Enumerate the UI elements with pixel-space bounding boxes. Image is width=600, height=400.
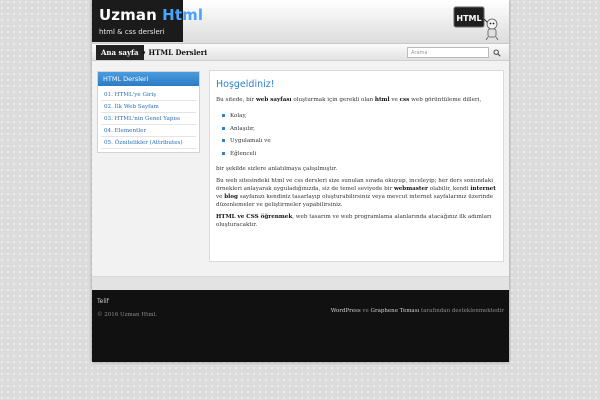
bold-text: internet bbox=[470, 186, 496, 192]
bold-text: webmaster bbox=[393, 186, 429, 192]
sidebar-link-01[interactable]: 01. HTML'ye Giriş bbox=[104, 92, 156, 98]
sidebar-widget: HTML Dersleri 01. HTML'ye Giriş 02. İlk … bbox=[97, 71, 200, 153]
text: oluşturmak için gerekli olan bbox=[291, 97, 375, 103]
text: Bu sitede, bir bbox=[216, 97, 256, 103]
text: ve bbox=[360, 308, 371, 314]
footer-widget-title: Telif bbox=[97, 298, 109, 305]
brand-block[interactable]: Uzman Html html & css dersleri bbox=[92, 0, 203, 42]
nav-home[interactable]: Ana sayfa bbox=[96, 45, 144, 60]
third-paragraph: HTML ve CSS öğrenmek, web tasarım ve web… bbox=[216, 213, 497, 229]
site-title-part2: Html bbox=[162, 6, 204, 24]
sidebar-link-02[interactable]: 02. İlk Web Sayfam bbox=[104, 104, 159, 110]
wordpress-link[interactable]: WordPress bbox=[331, 308, 361, 314]
footer-top-band bbox=[92, 276, 509, 290]
feature-list: Kolay, Anlaşılır, Uygulamalı ve Eğlencel… bbox=[222, 110, 497, 160]
nav-html-label: HTML Dersleri bbox=[148, 48, 208, 57]
search-input[interactable] bbox=[407, 47, 489, 58]
sidebar-list: 01. HTML'ye Giriş 02. İlk Web Sayfam 03.… bbox=[98, 86, 199, 149]
logo-text: HTML bbox=[456, 14, 481, 23]
bold-text: css bbox=[399, 97, 410, 103]
bold-text: HTML ve CSS öğrenmek bbox=[216, 214, 293, 220]
search-icon bbox=[493, 48, 501, 57]
footer-credits: WordPress ve Graphene Teması tarafından … bbox=[331, 308, 504, 314]
text: sayfanızı kendiniz tasarlayıp oluşturabi… bbox=[216, 194, 494, 208]
site-tagline: html & css dersleri bbox=[99, 28, 165, 36]
text: olabilir, kendi bbox=[428, 186, 471, 192]
sidebar-link-04[interactable]: 04. Elementler bbox=[104, 128, 146, 134]
main-content: Hoşgeldiniz! Bu sitede, bir web sayfası … bbox=[209, 70, 504, 262]
second-paragraph: Bu web sitesindeki html ve css dersleri … bbox=[216, 177, 497, 209]
copyright-text: © 2016 Uzman Html. bbox=[97, 312, 158, 318]
site-header: Uzman Html html & css dersleri HTML bbox=[92, 0, 509, 44]
text: ve bbox=[216, 194, 225, 200]
sidebar-item: 01. HTML'ye Giriş bbox=[101, 89, 196, 101]
after-list-paragraph: bir şekilde sizlere anlatılmaya çalışılm… bbox=[216, 166, 338, 172]
theme-link[interactable]: Graphene Teması bbox=[371, 308, 420, 314]
main-navigation: Ana sayfa ▾ HTML Dersleri bbox=[92, 44, 509, 61]
sidebar-link-03[interactable]: 03. HTML'nin Genel Yapısı bbox=[104, 116, 180, 122]
sidebar-item: 04. Elementler bbox=[101, 125, 196, 137]
site-title[interactable]: Uzman Html bbox=[99, 6, 203, 24]
sidebar-item: 03. HTML'nin Genel Yapısı bbox=[101, 113, 196, 125]
chevron-down-icon: ▾ bbox=[142, 49, 146, 57]
sidebar-link-05[interactable]: 05. Öznitelikler (Attributes) bbox=[104, 140, 183, 146]
list-item: Anlaşılır, bbox=[222, 123, 497, 136]
text: ve bbox=[389, 97, 400, 103]
bold-text: web sayfası bbox=[255, 97, 292, 103]
bold-text: blog bbox=[224, 194, 238, 200]
text: web görüntülemе dilleri, bbox=[409, 97, 482, 103]
search-button[interactable] bbox=[490, 47, 504, 58]
list-item: Uygulamalı ve bbox=[222, 135, 497, 148]
bold-text: html bbox=[374, 97, 390, 103]
site-title-part1: Uzman bbox=[99, 6, 157, 24]
page-title[interactable]: Hoşgeldiniz! bbox=[216, 79, 497, 90]
sidebar-item: 05. Öznitelikler (Attributes) bbox=[101, 137, 196, 149]
sidebar-item: 02. İlk Web Sayfam bbox=[101, 101, 196, 113]
nav-html-dersleri[interactable]: ▾ HTML Dersleri bbox=[142, 44, 207, 61]
text: tarafından desteklenmektedir bbox=[419, 308, 504, 314]
html-logo: HTML bbox=[452, 3, 502, 41]
list-item: Kolay, bbox=[222, 110, 497, 123]
list-item: Eğlenceli bbox=[222, 148, 497, 161]
site-footer: Telif © 2016 Uzman Html. WordPress ve Gr… bbox=[92, 290, 509, 362]
intro-paragraph: Bu sitede, bir web sayfası oluşturmak iç… bbox=[216, 96, 497, 104]
page-container: Uzman Html html & css dersleri HTML Ana … bbox=[92, 0, 509, 362]
sidebar-widget-title: HTML Dersleri bbox=[98, 72, 199, 86]
